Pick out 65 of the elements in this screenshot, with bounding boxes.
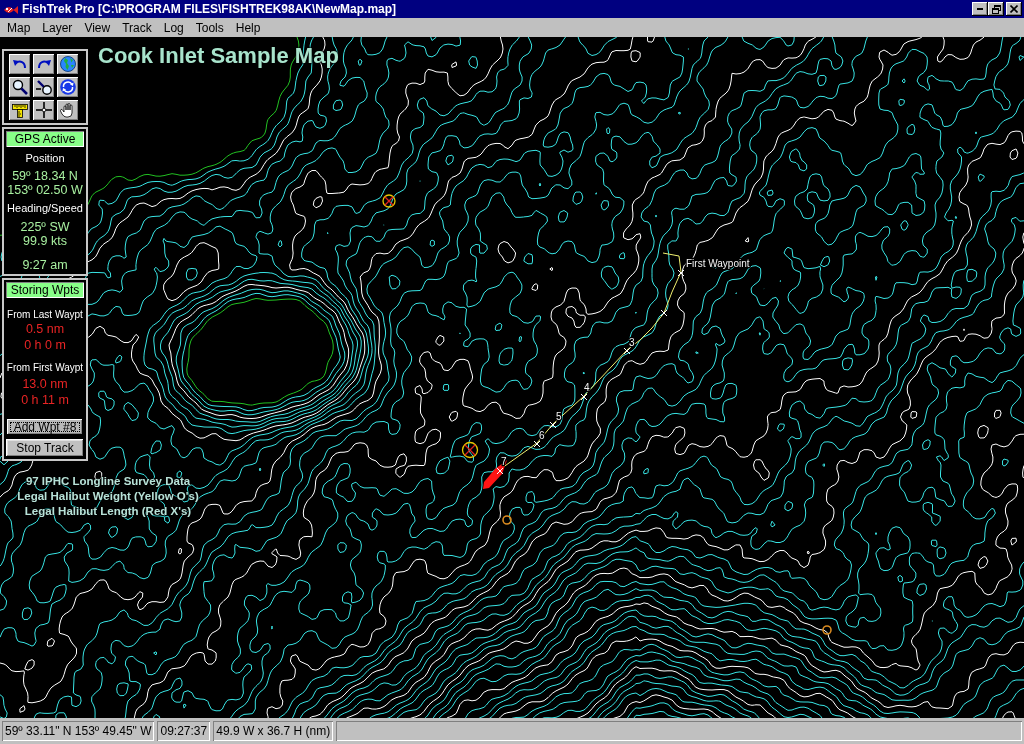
globe-icon <box>60 56 76 72</box>
toolbar-button[interactable] <box>33 99 55 121</box>
survey-marker-icon <box>502 515 512 525</box>
window-title: FishTrek Pro [C:\PROGRAM FILES\FISHTREK98AK\NewMap.map] <box>22 2 398 16</box>
circular-arrows-icon <box>60 79 76 95</box>
minimize-icon <box>977 8 983 10</box>
position-label: Position <box>25 152 65 165</box>
heading-value: 225º SW <box>20 220 70 234</box>
stop-track-button[interactable]: Stop Track <box>6 439 84 457</box>
distance-from-label: From Last Waypt <box>7 308 83 321</box>
distance-value: 0.5 nm <box>25 322 65 336</box>
crosshair-icon <box>36 102 52 118</box>
close-icon <box>1010 5 1018 13</box>
waypoint-cross-icon <box>549 421 557 429</box>
waypoint-status-indicator: Storing Wpts <box>6 282 84 298</box>
elapsed-time-value: 0 h 0 m <box>24 338 66 352</box>
restore-button[interactable] <box>988 2 1004 16</box>
magnifier-minus-icon <box>36 79 52 95</box>
menu-item[interactable]: Layer <box>36 19 79 36</box>
waypoint-label: 6 <box>539 430 545 441</box>
status-bar-field: 49.9 W x 36.7 H (nm) <box>213 721 334 741</box>
toolbar-button[interactable] <box>57 76 79 98</box>
minimize-button[interactable] <box>972 2 988 16</box>
distance-from-label: From First Waypt <box>6 361 84 374</box>
waypoint-label: 5 <box>556 411 562 422</box>
menu-item[interactable]: Map <box>1 19 37 36</box>
elapsed-time-value: 0 h 11 m <box>21 393 69 407</box>
latitude-value: 59º 18.34 N <box>12 169 78 183</box>
waypoint-cross-icon <box>623 347 631 355</box>
toolbar-button[interactable] <box>57 53 79 75</box>
gps-status-indicator: GPS Active <box>6 131 84 147</box>
magnifier-icon <box>12 79 28 95</box>
speed-value: 99.9 kts <box>23 234 67 248</box>
heading-speed-label: Heading/Speed <box>7 202 83 215</box>
menu-item[interactable]: View <box>78 19 117 36</box>
toolbar-button[interactable] <box>33 76 55 98</box>
waypoint-cross-icon <box>677 269 685 277</box>
toolbar-button[interactable] <box>9 53 31 75</box>
waypoint-cross-icon <box>660 309 668 317</box>
waypoint-cross-icon <box>533 440 541 448</box>
menu-item[interactable]: Track <box>116 19 158 36</box>
restore-icon <box>991 4 1001 14</box>
menu-item[interactable]: Tools <box>189 19 230 36</box>
waypoint-label: 7 <box>501 456 507 467</box>
toolbar-button[interactable] <box>9 99 31 121</box>
close-button[interactable] <box>1006 2 1022 16</box>
longitude-value: 153º 02.50 W <box>7 183 83 197</box>
time-value: 9:27 am <box>22 258 68 272</box>
hand-icon <box>60 102 76 118</box>
waypoint-cross-icon <box>496 467 504 475</box>
toolbar-button[interactable] <box>33 53 55 75</box>
toolbar-button[interactable] <box>9 76 31 98</box>
toolbar-button[interactable] <box>57 99 79 121</box>
status-bar-field: 59º 33.11" N 153º 49.45" W <box>2 721 155 741</box>
survey-marker-icon <box>461 441 479 459</box>
ruler-icon <box>12 102 28 118</box>
waypoint-label: 3 <box>629 337 635 348</box>
waypoint-label: 4 <box>584 382 590 393</box>
status-bar-field: 09:27:37 <box>157 721 211 741</box>
menu-item[interactable]: Help <box>229 19 267 36</box>
survey-marker-icon <box>822 625 832 635</box>
waypoint-cross-icon <box>580 393 588 401</box>
survey-marker-icon <box>382 194 396 208</box>
menu-item[interactable]: Log <box>157 19 190 36</box>
distance-value: 13.0 nm <box>22 377 68 391</box>
